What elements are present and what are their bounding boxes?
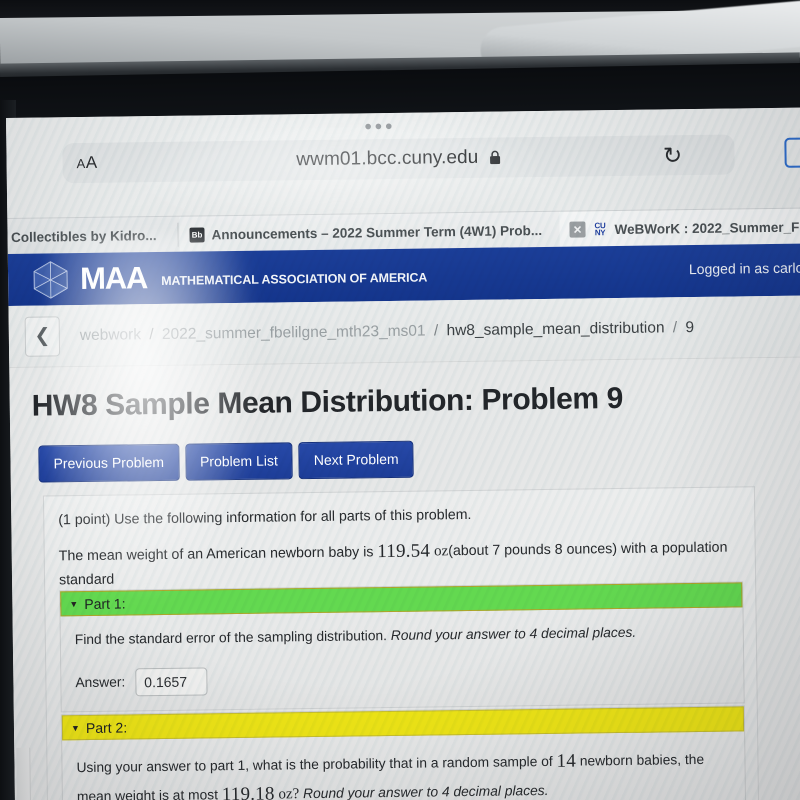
address-bar[interactable]: AA wwm01.bcc.cuny.edu xyxy=(62,134,735,184)
part-1-question-italic: Round your answer to 4 decimal places. xyxy=(390,624,637,644)
window-dots-icon: ●●● xyxy=(364,117,396,134)
part-1-answer-label: Answer: xyxy=(75,674,126,691)
part-2-sample-size: 14 xyxy=(556,750,577,772)
device-photo: ●●● AA wwm01.bcc.cuny.edu ↻ Collectibles… xyxy=(0,0,800,800)
part-2-label: Part 2: xyxy=(85,718,128,736)
url-value: wwm01.bcc.cuny.edu xyxy=(296,146,479,171)
breadcrumb: webwork / 2022_summer_fbelilgne_mth23_ms… xyxy=(80,319,694,345)
lock-icon xyxy=(490,149,501,171)
page-content: HW8 Sample Mean Distribution: Problem 9 … xyxy=(9,357,800,800)
breadcrumb-separator: / xyxy=(433,321,439,339)
unit-oz: oz xyxy=(433,543,449,560)
breadcrumb-item-2[interactable]: hw8_sample_mean_distribution xyxy=(446,319,664,339)
statement-line1a: The mean weight of an American newborn b… xyxy=(58,544,374,565)
chevron-left-icon[interactable]: ❮ xyxy=(24,315,61,357)
next-problem-button[interactable]: Next Problem xyxy=(298,440,414,480)
maa-wordmark: MAA xyxy=(79,260,148,297)
breadcrumb-bar: ❮ webwork / 2022_summer_fbelilgne_mth23_… xyxy=(8,295,800,368)
part-2-question-a: Using your answer to part 1, what is the… xyxy=(76,753,553,776)
part-2-mean-value: 119.18 xyxy=(221,783,275,800)
tab-2-title: Announcements – 2022 Summer Term (4W1) P… xyxy=(211,222,543,242)
problem-list-button[interactable]: Problem List xyxy=(184,442,294,481)
breadcrumb-item-0[interactable]: webwork xyxy=(80,326,141,344)
part-2-body: Using your answer to part 1, what is the… xyxy=(62,731,746,800)
caret-down-icon: ▼ xyxy=(69,598,79,609)
tabs-icon[interactable] xyxy=(784,137,800,168)
part-1-answer-input[interactable]: 0.1657 xyxy=(135,667,208,697)
problem-card: (1 point) Use the following information … xyxy=(42,486,760,800)
part-1-section: ▼ Part 1: Find the standard error of the… xyxy=(59,581,745,713)
browser-tab-1[interactable]: res & Collectibles by Kidro... xyxy=(6,217,178,256)
cuny-favicon-icon: CU NY xyxy=(594,221,606,238)
tablet-screen: ●●● AA wwm01.bcc.cuny.edu ↻ Collectibles… xyxy=(6,107,800,800)
part-1-body: Find the standard error of the sampling … xyxy=(61,607,744,711)
tab-3-title: WeBWorK : 2022_Summer_FBe xyxy=(614,218,800,237)
caret-down-icon: ▼ xyxy=(70,722,80,733)
part-1-question-plain: Find the standard error of the sampling … xyxy=(74,628,388,648)
icosahedron-icon xyxy=(33,260,68,299)
page-title: HW8 Sample Mean Distribution: Problem 9 xyxy=(31,381,624,423)
close-icon[interactable]: ✕ xyxy=(569,221,586,238)
tab-1-title: res & Collectibles by Kidro... xyxy=(6,227,157,245)
maa-logo[interactable]: MAA MATHEMATICAL ASSOCIATION OF AMERICA xyxy=(8,254,428,300)
breadcrumb-item-1[interactable]: 2022_summer_fbelilgne_mth23_ms01 xyxy=(162,322,426,342)
part-1-question: Find the standard error of the sampling … xyxy=(75,622,731,651)
blackboard-favicon-icon: Bb xyxy=(189,226,205,243)
url-text: wwm01.bcc.cuny.edu xyxy=(62,143,734,176)
part-2-section: ▼ Part 2: Using your answer to part 1, w… xyxy=(60,705,747,800)
reload-icon[interactable]: ↻ xyxy=(650,134,695,177)
previous-problem-button[interactable]: Previous Problem xyxy=(38,443,180,483)
left-rail xyxy=(16,747,36,800)
part-2-question: Using your answer to part 1, what is the… xyxy=(76,746,733,800)
part-2-question-italic: Round your answer to 4 decimal places. xyxy=(302,782,549,800)
part-2-unit: oz? xyxy=(278,785,300,800)
browser-toolbar: ●●● AA wwm01.bcc.cuny.edu ↻ xyxy=(6,107,800,218)
maa-tagline: MATHEMATICAL ASSOCIATION OF AMERICA xyxy=(161,270,428,288)
problem-nav-buttons: Previous Problem Problem List Next Probl… xyxy=(38,440,414,483)
mean-weight-value: 119.54 xyxy=(377,540,431,563)
logged-in-status: Logged in as carlosm xyxy=(688,259,800,278)
breadcrumb-item-3: 9 xyxy=(685,318,695,336)
part-1-answer-row: Answer: 0.1657 xyxy=(75,660,731,697)
part-1-label: Part 1: xyxy=(84,594,126,612)
browser-tab-3[interactable]: ✕ CU NY WeBWorK : 2022_Summer_FBe xyxy=(559,207,800,248)
breadcrumb-separator: / xyxy=(672,318,678,336)
breadcrumb-separator: / xyxy=(149,325,154,343)
points-line: (1 point) Use the following information … xyxy=(58,506,472,529)
